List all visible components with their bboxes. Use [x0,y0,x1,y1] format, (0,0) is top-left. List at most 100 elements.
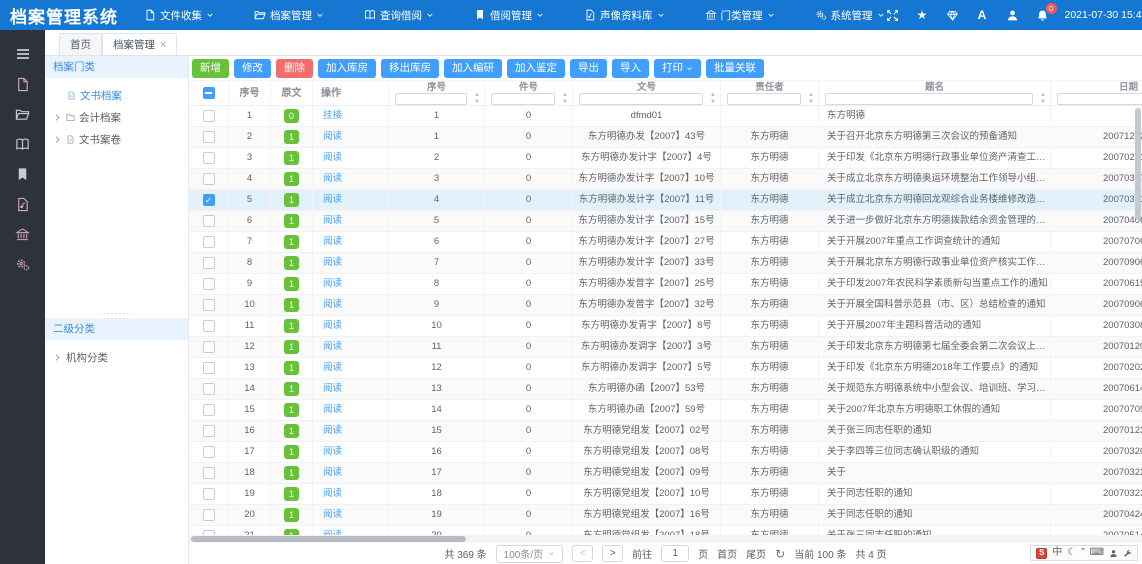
ime-mode-icon[interactable]: 中 [1052,547,1062,559]
table-row[interactable]: 41阅读30东方明德办发计字【2007】10号东方明德关于成立北京东方明德奥运环… [189,169,1142,190]
seq-sort-carets[interactable]: ▲▼ [474,92,480,105]
toolbar-button-加入编研[interactable]: 加入编研 [444,59,502,78]
ime-wrench-icon[interactable] [1123,549,1132,558]
row-checkbox[interactable] [203,509,215,521]
action-link[interactable]: 阅读 [323,488,342,499]
close-icon[interactable]: × [160,40,166,50]
caret-down-icon[interactable]: ▼ [474,99,480,106]
row-checkbox[interactable] [203,320,215,332]
horizontal-scrollbar[interactable] [189,535,1142,543]
toolbar-button-修改[interactable]: 修改 [234,59,271,78]
menu-category-manage[interactable]: 门类管理 [705,8,775,23]
menu-borrow-manage[interactable]: 借阅管理 [474,8,544,23]
row-checkbox[interactable] [203,257,215,269]
action-link[interactable]: 阅读 [323,446,342,457]
action-link[interactable]: 阅读 [323,152,342,163]
row-checkbox[interactable] [203,341,215,353]
sidebar-bank-icon[interactable] [0,219,45,249]
seq-filter-input[interactable] [395,93,467,105]
row-checkbox[interactable] [203,236,215,248]
row-checkbox[interactable] [203,299,215,311]
sidebar-folder-open-icon[interactable] [0,99,45,129]
row-checkbox[interactable] [203,488,215,500]
row-checkbox[interactable] [203,425,215,437]
action-link[interactable]: 阅读 [323,299,342,310]
vertical-scrollbar[interactable] [1135,106,1141,535]
table-row[interactable]: 131阅读120东方明德办发调字【2007】5号东方明德关于印发《北京东方明德2… [189,358,1142,379]
title-filter-input[interactable] [825,93,1033,105]
action-link[interactable]: 阅读 [323,467,342,478]
row-checkbox[interactable] [203,131,215,143]
action-link[interactable]: 阅读 [323,404,342,415]
action-link[interactable]: 阅读 [323,425,342,436]
toolbar-button-删除[interactable]: 删除 [276,59,313,78]
table-row[interactable]: 71阅读60东方明德办发计字【2007】27号东方明德关于开展2007年重点工作… [189,232,1142,253]
sidebar-bookmark-icon[interactable] [0,159,45,189]
row-checkbox[interactable] [203,152,215,164]
ime-moon-icon[interactable]: ☾ [1067,547,1076,559]
action-link[interactable]: 阅读 [323,278,342,289]
chevron-right-icon[interactable] [53,113,62,122]
caret-down-icon[interactable]: ▼ [710,99,716,106]
tab-archive-management[interactable]: 档案管理× [102,33,177,55]
resp-filter-input[interactable] [727,93,801,105]
table-row[interactable]: 10挂接10dfmd01东方明德 [189,106,1142,127]
table-row[interactable]: 111阅读100东方明德办发青字【2007】8号东方明德关于开展2007年主题科… [189,316,1142,337]
date-filter-input[interactable] [1057,93,1142,105]
tree-item[interactable]: 会计档案 [45,106,188,128]
action-link[interactable]: 阅读 [323,173,342,184]
toolbar-button-导出[interactable]: 导出 [570,59,607,78]
row-checkbox[interactable] [203,383,215,395]
first-page-link[interactable]: 首页 [717,546,737,561]
ime-punct-icon[interactable]: ” [1081,547,1084,559]
action-link[interactable]: 阅读 [323,383,342,394]
toolbar-button-加入库房[interactable]: 加入库房 [318,59,376,78]
ime-logo-icon[interactable]: S [1036,548,1047,559]
table-row[interactable]: 81阅读70东方明德办发计字【2007】33号东方明德关于开展北京东方明德行政事… [189,253,1142,274]
title-sort-carets[interactable]: ▲▼ [1040,92,1046,105]
item-sort-carets[interactable]: ▲▼ [562,92,568,105]
caret-down-icon[interactable]: ▼ [1040,99,1046,106]
action-link[interactable]: 阅读 [323,194,342,205]
tab-home[interactable]: 首页 [59,33,102,55]
fullscreen-icon[interactable] [885,8,900,23]
ime-user-icon[interactable] [1109,549,1118,558]
table-row[interactable]: 181阅读170东方明德党组发【2007】09号东方明德关于20070322 [189,463,1142,484]
vertical-scrollbar-thumb[interactable] [1135,108,1141,220]
menu-av-library[interactable]: 声像资料库 [584,8,665,23]
table-row[interactable]: 141阅读130东方明德办函【2007】53号东方明德关于规范东方明德系统中小型… [189,379,1142,400]
last-page-link[interactable]: 尾页 [746,546,766,561]
refresh-icon[interactable]: ↻ [775,549,785,559]
table-row[interactable]: 61阅读50东方明德办发计字【2007】15号东方明德关于进一步做好北京东方明德… [189,211,1142,232]
action-link[interactable]: 阅读 [323,131,342,142]
table-row[interactable]: 121阅读110东方明德办发调字【2007】3号东方明德关于印发北京东方明德第七… [189,337,1142,358]
action-link[interactable]: 阅读 [323,320,342,331]
font-icon[interactable]: A [975,8,990,23]
action-link[interactable]: 阅读 [323,236,342,247]
table-row[interactable]: 161阅读150东方明德党组发【2007】02号东方明德关于张三同志任职的通知2… [189,421,1142,442]
panel-splitter[interactable]: ········· [45,308,188,318]
table-row[interactable]: 101阅读90东方明德办发普字【2007】32号东方明德关于开展全国科普示范县（… [189,295,1142,316]
docno-filter-input[interactable] [579,93,703,105]
toolbar-button-导入[interactable]: 导入 [612,59,649,78]
row-checkbox[interactable] [203,215,215,227]
select-all-checkbox[interactable] [203,87,215,99]
toolbar-button-打印[interactable]: 打印 [654,59,701,78]
docno-sort-carets[interactable]: ▲▼ [710,92,716,105]
caret-down-icon[interactable]: ▼ [808,99,814,106]
menu-archive-manage[interactable]: 档案管理 [254,8,324,23]
row-checkbox[interactable] [203,278,215,290]
row-checkbox[interactable]: ✓ [203,194,215,206]
action-link[interactable]: 阅读 [323,257,342,268]
table-row[interactable]: 171阅读160东方明德党组发【2007】08号东方明德关于李四等三位同志确认职… [189,442,1142,463]
user-icon[interactable] [1005,8,1020,23]
next-page-button[interactable]: > [602,545,623,562]
sidebar-file-icon[interactable] [0,69,45,99]
sidebar-file-media-icon[interactable] [0,189,45,219]
table-row[interactable]: ✓51阅读40东方明德办发计字【2007】11号东方明德关于成立北京东方明德回龙… [189,190,1142,211]
toolbar-button-加入鉴定[interactable]: 加入鉴定 [507,59,565,78]
sidebar-cogs-icon[interactable] [0,249,45,279]
sidebar-book-icon[interactable] [0,129,45,159]
menu-file-collect[interactable]: 文件收集 [144,8,214,23]
bell-icon[interactable]: 0 [1035,8,1050,23]
